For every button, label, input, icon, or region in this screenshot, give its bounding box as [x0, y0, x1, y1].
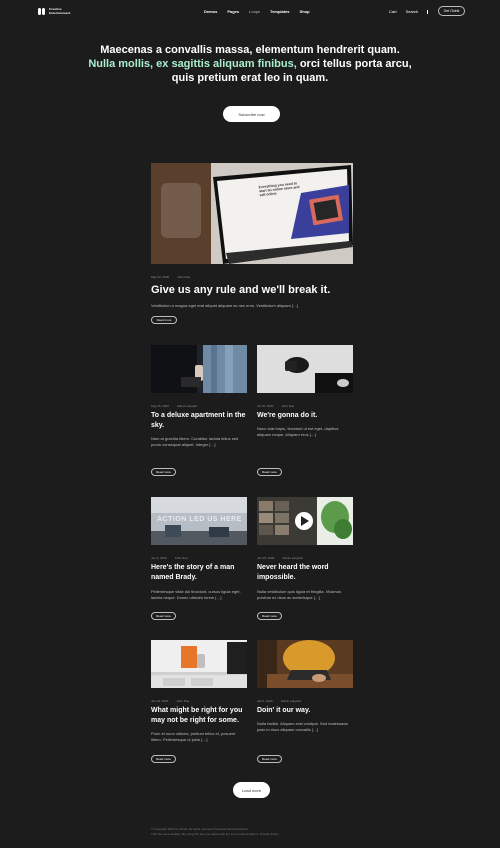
- laptop-illustration: [151, 163, 353, 264]
- post-excerpt: Proin et nunc ultrices, pretium tellus e…: [151, 731, 236, 742]
- cart-link[interactable]: Cart: [389, 9, 397, 14]
- post-author[interactable]: John Doe: [176, 699, 189, 703]
- post-excerpt: Pellentesque vitae dui tincidunt, cursus…: [151, 589, 241, 600]
- post-author[interactable]: John Doe: [281, 404, 294, 408]
- post-author[interactable]: Admin Lanyard: [281, 699, 301, 703]
- post-meta: Jan 25, 2020 Admin Lanyard: [257, 556, 303, 560]
- load-more-button[interactable]: Load more: [233, 782, 270, 798]
- footer-notice: This site uses cookies. By using this si…: [151, 832, 279, 836]
- post-title[interactable]: Doin' it our way.: [257, 706, 353, 716]
- post-date: Jan 25, 2020: [257, 556, 275, 560]
- logo-text: Creative Entertainment: [49, 7, 71, 15]
- post-date: May 22, 2020: [151, 275, 170, 279]
- post-title[interactable]: Here's the story of a man named Brady.: [151, 563, 247, 583]
- sign-photo-text: ACTION LED US HERE: [157, 516, 242, 523]
- post-date: Jan 24, 2020: [151, 699, 169, 703]
- featured-read-more-button[interactable]: Read more: [151, 316, 177, 324]
- post-date: Jul 16, 2020: [257, 404, 274, 408]
- post-meta: Jan 24, 2020 John Doe: [151, 699, 189, 703]
- read-more-button[interactable]: Read more: [257, 755, 282, 763]
- nav-shop[interactable]: Shop: [300, 9, 310, 14]
- nav-loops[interactable]: Loops: [249, 9, 260, 14]
- post-excerpt: Nulla vestibulum quis ligula et fringill…: [257, 589, 341, 600]
- post-meta: Jun 4, 2020 John Doe: [151, 556, 188, 560]
- post-image-video-call[interactable]: [257, 497, 353, 545]
- post-image-laptop-person[interactable]: [257, 640, 353, 688]
- laptop-person-photo: [257, 640, 353, 688]
- post-title[interactable]: To a deluxe apartment in the sky.: [151, 411, 247, 431]
- read-more-button[interactable]: Read more: [257, 612, 282, 620]
- read-more-button[interactable]: Read more: [151, 468, 176, 476]
- logo-line-2: Entertainment: [49, 10, 71, 15]
- read-more-button[interactable]: Read more: [151, 755, 176, 763]
- hero-text-accent: Nulla mollis, ex sagittis aliquam finibu…: [88, 58, 297, 70]
- get-onirik-button[interactable]: Get Onirik: [438, 6, 465, 16]
- camera-photo: [257, 345, 353, 393]
- nav-demos[interactable]: Demos: [204, 9, 217, 14]
- post-image-apartment[interactable]: [151, 345, 247, 393]
- featured-post-title[interactable]: Give us any rule and we'll break it.: [151, 283, 353, 297]
- site-logo[interactable]: Creative Entertainment: [38, 7, 71, 15]
- post-excerpt: Nunc erat turpis, tincidunt ut est eget,…: [257, 426, 339, 437]
- post-author[interactable]: Admin Lanyard: [282, 556, 302, 560]
- main-nav: Demos Pages Loops Templates Shop: [204, 9, 310, 14]
- divider-icon: [427, 9, 429, 14]
- post-author[interactable]: John Doe: [175, 556, 188, 560]
- nav-templates[interactable]: Templates: [270, 9, 290, 14]
- featured-post-image[interactable]: Everything you need to start an online s…: [151, 163, 353, 264]
- logo-icon: [38, 8, 46, 15]
- post-meta: Jan 5, 2020 Admin Lanyard: [257, 699, 301, 703]
- post-author[interactable]: Admin Lanyard: [177, 404, 197, 408]
- post-author[interactable]: John Doe: [177, 275, 190, 279]
- post-image-shelf[interactable]: [151, 640, 247, 688]
- site-footer: © Copyright 2020 by Onirik. All rights r…: [151, 827, 351, 837]
- post-image-camera[interactable]: [257, 345, 353, 393]
- site-header: Creative Entertainment Demos Pages Loops…: [0, 0, 500, 24]
- post-meta: Jul 16, 2020 John Doe: [257, 404, 294, 408]
- post-title[interactable]: We're gonna do it.: [257, 411, 353, 421]
- featured-post-excerpt: Vestibulum a magna eget erat aliquet ali…: [151, 303, 299, 308]
- post-image-sign[interactable]: ACTION LED US HERE: [151, 497, 247, 545]
- apartment-photo: [151, 345, 247, 393]
- post-title[interactable]: Never heard the word impossible.: [257, 563, 353, 583]
- post-date: Jan 5, 2020: [257, 699, 273, 703]
- post-date: Aug 15, 2020: [151, 404, 169, 408]
- post-title[interactable]: What might be right for you may not be r…: [151, 706, 251, 726]
- header-actions: Cart Search: [389, 9, 429, 14]
- featured-post-meta: May 22, 2020 John Doe: [151, 275, 190, 279]
- shelf-photo: [151, 640, 247, 688]
- hero-text-white: Maecenas a convallis massa, elementum he…: [100, 44, 400, 56]
- post-date: Jun 4, 2020: [151, 556, 167, 560]
- hero-heading: Maecenas a convallis massa, elementum he…: [88, 43, 412, 85]
- read-more-button[interactable]: Read more: [257, 468, 282, 476]
- video-call-photo: [257, 497, 353, 545]
- nav-pages[interactable]: Pages: [227, 9, 239, 14]
- post-meta: Aug 15, 2020 Admin Lanyard: [151, 404, 197, 408]
- subscribe-button[interactable]: Subscribe now: [223, 106, 280, 122]
- read-more-button[interactable]: Read more: [151, 612, 176, 620]
- post-excerpt: Nam at gravida libero. Curabitur lacinia…: [151, 436, 239, 447]
- post-excerpt: Nulla facilisi. Aliquam erat volutpat. S…: [257, 721, 348, 732]
- search-link[interactable]: Search: [406, 9, 419, 14]
